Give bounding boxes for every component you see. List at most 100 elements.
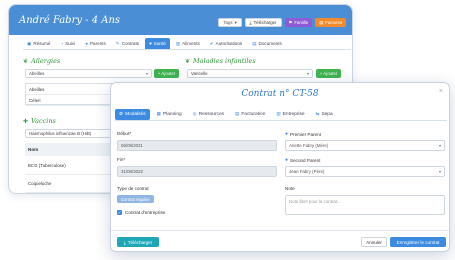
parents-icon: ● bbox=[85, 41, 88, 46]
vaccines-title-text: Vaccins bbox=[31, 117, 56, 125]
end-date-label: Fin* bbox=[117, 157, 126, 162]
vaccines-select[interactable]: Haemophilus influenzae B (HiB) bbox=[25, 129, 119, 138]
tab-label: Facturation bbox=[241, 111, 266, 117]
start-date-label: Début* bbox=[117, 131, 132, 136]
second-parent-label: ● Second Parent bbox=[285, 157, 320, 163]
allergies-select-value: Abeilles bbox=[29, 71, 45, 76]
tab-label: Documents bbox=[258, 41, 282, 46]
tab-label: Parents bbox=[89, 41, 106, 46]
heart-icon: ♥ bbox=[149, 41, 152, 46]
tab-label: Sepa bbox=[321, 111, 333, 117]
tab-contracts[interactable]: ✎ Contrats bbox=[112, 38, 143, 49]
tab-documents[interactable]: ▤ Documents bbox=[248, 38, 286, 49]
download-button[interactable]: ⤓ Télécharger bbox=[244, 18, 282, 27]
sepa-icon: ⇆ bbox=[315, 111, 320, 116]
diseases-title-text: Maladies infantiles bbox=[193, 57, 256, 65]
resources-icon: ◎ bbox=[192, 111, 197, 116]
user-icon: ● bbox=[285, 157, 289, 163]
vaccines-select-value: Haemophilus influenzae B (HiB) bbox=[29, 131, 92, 136]
second-parent-label-text: Second Parent bbox=[290, 157, 321, 163]
add-allergy-button[interactable]: + Ajouter bbox=[154, 69, 179, 78]
syringe-icon: ✚ bbox=[23, 117, 29, 125]
tab-authorizations[interactable]: ✔ Autorisations bbox=[206, 38, 246, 49]
chevron-down-icon: ▾ bbox=[306, 71, 309, 76]
tab-sepa[interactable]: ⇆ Sepa bbox=[312, 109, 337, 120]
allergies-title: ❦ Allergies bbox=[23, 57, 60, 65]
cancel-button[interactable]: Annuler bbox=[361, 237, 387, 247]
invoice-icon: ▤ bbox=[319, 19, 324, 25]
tab-label: Modalités bbox=[125, 111, 146, 117]
tab-resources[interactable]: ◎ Ressources bbox=[189, 109, 228, 120]
download-label: Télécharger bbox=[253, 20, 277, 25]
family-icon: ⚑ bbox=[288, 19, 293, 25]
contract-tabs: ⚙ Modalités ▦ Planning ◎ Ressources ▤ Factur… bbox=[115, 108, 447, 121]
contract-type-badge[interactable]: Contrat régulier bbox=[117, 195, 154, 203]
start-date-field[interactable]: 06/09/2021 bbox=[117, 140, 277, 151]
company-contract-label: Contrat d'entreprise bbox=[125, 210, 166, 215]
close-icon[interactable]: × bbox=[439, 88, 443, 95]
download-contract-button[interactable]: ⤓ Télécharger bbox=[117, 237, 159, 247]
calendar-icon: ▦ bbox=[156, 111, 161, 116]
tab-label: Résumé bbox=[33, 41, 51, 46]
second-parent-select[interactable]: Jean Fabry (Père) ▾ bbox=[285, 166, 445, 177]
summary-icon: ▣ bbox=[27, 40, 32, 46]
list-item: Céleri bbox=[26, 95, 118, 106]
tab-health[interactable]: ♥ Santé bbox=[145, 38, 170, 49]
modal-title: Contrat n° CT-58 bbox=[241, 89, 319, 99]
add-disease-button[interactable]: + Ajouter bbox=[316, 69, 341, 78]
leaf-icon: ❦ bbox=[185, 57, 191, 65]
invoices-label: Factures bbox=[325, 20, 342, 25]
company-contract-checkbox[interactable]: ✓ Contrat d'entreprise bbox=[117, 210, 165, 215]
header-actions: Tags ▾ ⤓ Télécharger ⚑ Famille ▤ Factures bbox=[218, 18, 346, 27]
tab-label: Suivi bbox=[65, 41, 76, 46]
note-label: Note bbox=[285, 186, 295, 191]
first-parent-select[interactable]: Ariette Fabry (Mère) ▾ bbox=[285, 140, 445, 151]
download-icon: ⤓ bbox=[123, 239, 126, 245]
tab-billing[interactable]: ▤ Facturation bbox=[231, 109, 269, 120]
tab-summary[interactable]: ▣ Résumé bbox=[23, 38, 54, 49]
settings-icon: ⚙ bbox=[119, 111, 124, 116]
family-button[interactable]: ⚑ Famille bbox=[284, 18, 313, 27]
family-label: Famille bbox=[294, 20, 309, 25]
company-icon: ▥ bbox=[276, 111, 281, 116]
food-icon: ▥ bbox=[175, 40, 181, 46]
tags-label: Tags bbox=[223, 20, 233, 25]
tab-label: Santé bbox=[153, 41, 166, 46]
tab-modalities[interactable]: ⚙ Modalités bbox=[115, 108, 150, 120]
tab-parents[interactable]: ● Parents bbox=[81, 38, 110, 49]
invoices-button[interactable]: ▤ Factures bbox=[315, 18, 346, 27]
save-contract-button[interactable]: Enregistrer le contrat bbox=[390, 237, 446, 247]
tab-label: Contrats bbox=[121, 41, 140, 46]
allergies-select[interactable]: Abeilles ▾ bbox=[25, 69, 152, 78]
tab-company[interactable]: ▥ Entreprise bbox=[272, 109, 308, 120]
chevron-down-icon: ▾ bbox=[145, 71, 148, 76]
tab-food[interactable]: ▥ Aliments bbox=[172, 38, 204, 49]
contract-modal: Contrat n° CT-58 × ⚙ Modalités ▦ Planning … bbox=[110, 82, 450, 252]
tab-planning[interactable]: ▦ Planning bbox=[153, 109, 186, 120]
table-row: Coqueluche bbox=[25, 175, 119, 193]
documents-icon: ▤ bbox=[252, 40, 257, 46]
note-textarea[interactable]: Note libre pour le contrat... bbox=[285, 195, 445, 215]
profile-tabs: ▣ Résumé ◔ Suivi ● Parents ✎ Contrats ♥ Santé… bbox=[23, 38, 351, 50]
tab-label: Ressources bbox=[198, 111, 225, 117]
contracts-icon: ✎ bbox=[115, 40, 120, 46]
first-parent-label-text: Premier Parent bbox=[290, 131, 321, 137]
tags-button[interactable]: Tags ▾ bbox=[218, 18, 242, 27]
user-icon: ● bbox=[285, 131, 289, 137]
billing-icon: ▤ bbox=[235, 111, 240, 116]
table-row: BCG (Tuberculose) bbox=[25, 157, 119, 175]
check-icon: ✓ bbox=[117, 210, 122, 215]
first-parent-value: Ariette Fabry (Mère) bbox=[289, 143, 329, 148]
first-parent-label: ● Premier Parent bbox=[285, 131, 321, 137]
tab-followup[interactable]: ◔ Suivi bbox=[56, 38, 79, 49]
tab-label: Autorisations bbox=[215, 41, 243, 46]
tab-label: Entreprise bbox=[282, 111, 305, 117]
vaccines-table-header: Nom bbox=[25, 143, 119, 156]
second-parent-value: Jean Fabry (Père) bbox=[289, 169, 325, 174]
end-date-field[interactable]: 31/08/2022 bbox=[117, 166, 277, 177]
diseases-select[interactable]: Varicelle ▾ bbox=[187, 69, 313, 78]
contract-type-label: Type de contrat bbox=[117, 186, 149, 191]
list-item: Abeilles bbox=[26, 84, 118, 95]
child-name-title: André Fabry - 4 Ans bbox=[19, 15, 121, 26]
modal-footer-divider bbox=[111, 230, 449, 231]
